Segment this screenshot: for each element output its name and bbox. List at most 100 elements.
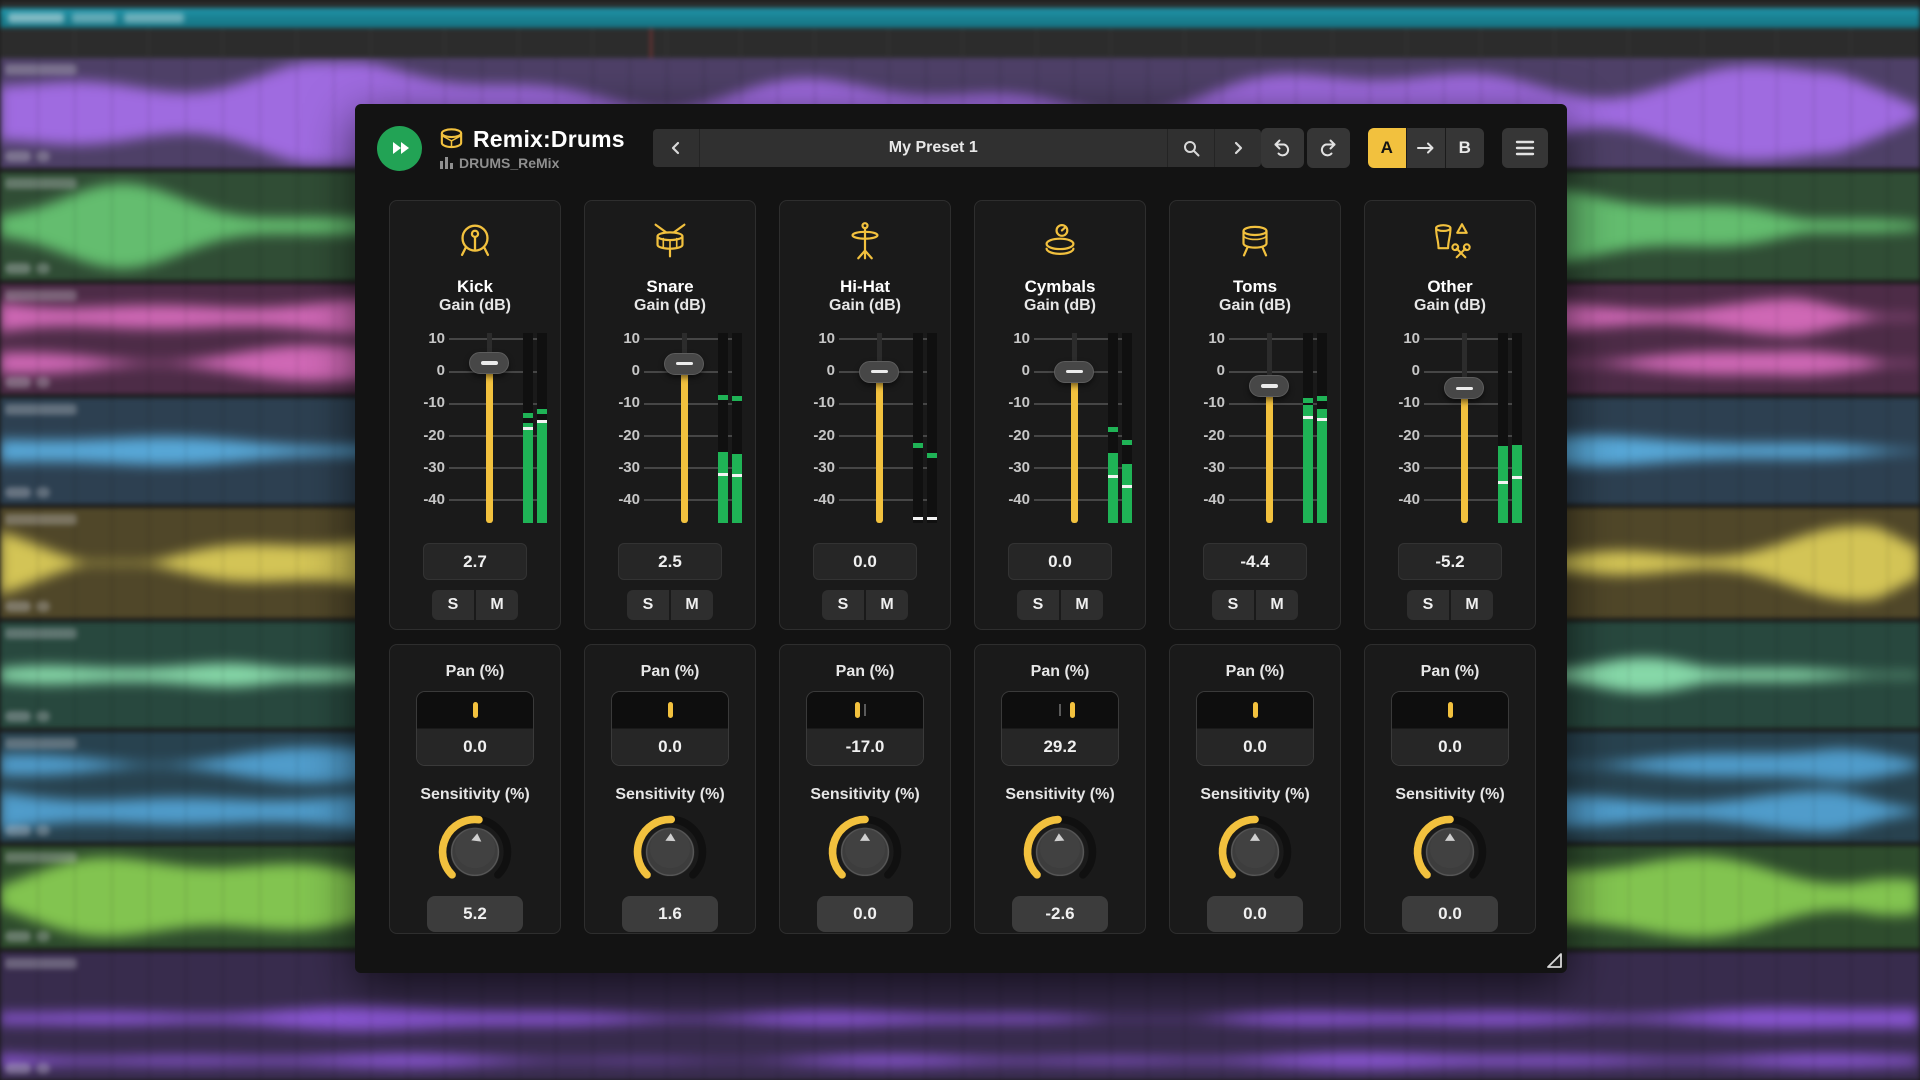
sensitivity-value[interactable]: 0.0 [817,896,913,932]
solo-button[interactable]: S [432,590,474,620]
ab-a-button[interactable]: A [1368,128,1406,168]
sensitivity-knob[interactable] [821,808,909,892]
gain-fader-block: 100-10-20-30-40 [389,333,561,523]
solo-button[interactable]: S [627,590,669,620]
sensitivity-knob[interactable] [1406,808,1494,892]
pan-label: Pan (%) [836,663,895,683]
pan-slider[interactable] [1197,692,1313,728]
gain-fader[interactable] [668,333,700,523]
undo-button[interactable] [1261,128,1304,168]
level-meters [1108,333,1132,523]
pan-position-tick [1448,702,1453,718]
menu-button[interactable] [1502,128,1548,168]
mute-button[interactable]: M [1256,590,1298,620]
pan-control[interactable]: 0.0 [416,691,534,766]
pan-control[interactable]: 0.0 [611,691,729,766]
plugin-subtitle: DRUMS_ReMix [459,155,559,171]
mute-button[interactable]: M [476,590,518,620]
preview-play-button[interactable] [377,126,422,171]
gain-scale-tick: 10 [1179,330,1225,347]
preset-search-button[interactable] [1168,129,1214,167]
preset-prev-button[interactable] [653,129,699,167]
gain-scale-tick: 0 [1374,362,1420,379]
mute-button[interactable]: M [671,590,713,620]
level-meters [718,333,742,523]
gain-value[interactable]: -5.2 [1398,543,1502,580]
level-meters [523,333,547,523]
sensitivity-value[interactable]: -2.6 [1012,896,1108,932]
mute-button[interactable]: M [866,590,908,620]
preset-next-button[interactable] [1215,129,1261,167]
pan-center-mark [864,704,866,716]
sensitivity-knob[interactable] [431,808,519,892]
gain-value[interactable]: 2.5 [618,543,722,580]
undo-icon [1271,137,1293,159]
sensitivity-value[interactable]: 1.6 [622,896,718,932]
gain-value[interactable]: -4.4 [1203,543,1307,580]
title-block: Remix:Drums DRUMS_ReMix [438,126,625,171]
pan-position-tick [855,702,860,718]
preset-name[interactable]: My Preset 1 [700,129,1167,167]
mute-button[interactable]: M [1451,590,1493,620]
sensitivity-value[interactable]: 5.2 [427,896,523,932]
solo-button[interactable]: S [1017,590,1059,620]
gain-fader-handle[interactable] [1054,361,1094,383]
gain-fader-handle[interactable] [1444,377,1484,399]
gain-value[interactable]: 0.0 [813,543,917,580]
pan-control[interactable]: 0.0 [1196,691,1314,766]
gain-value[interactable]: 0.0 [1008,543,1112,580]
pan-position-tick [473,702,478,718]
header-right-controls: A B [1261,128,1548,168]
ab-copy-button[interactable] [1407,128,1445,168]
gain-scale-tick: -10 [1179,394,1225,411]
sensitivity-value[interactable]: 0.0 [1207,896,1303,932]
search-icon [1182,139,1200,157]
pan-value[interactable]: 0.0 [1392,728,1508,765]
gain-label: Gain (dB) [634,297,706,317]
pan-value[interactable]: 0.0 [1197,728,1313,765]
pan-slider[interactable] [1392,692,1508,728]
gain-fader[interactable] [863,333,895,523]
pan-value[interactable]: 0.0 [612,728,728,765]
pan-control[interactable]: 29.2 [1001,691,1119,766]
pan-control[interactable]: 0.0 [1391,691,1509,766]
pan-control[interactable]: -17.0 [806,691,924,766]
gain-fader-handle[interactable] [664,353,704,375]
solo-button[interactable]: S [822,590,864,620]
ab-b-button[interactable]: B [1446,128,1484,168]
gain-fader-handle[interactable] [469,352,509,374]
level-meter-left [1108,333,1118,523]
pan-position-tick [1253,702,1258,718]
gain-fader[interactable] [473,333,505,523]
daw-timeline-ruler [0,28,1920,58]
sensitivity-knob[interactable] [1016,808,1104,892]
menu-icon [1515,140,1535,156]
pan-value[interactable]: 0.0 [417,728,533,765]
channel-strips: Kick Gain (dB) 100-10-20-30-40 2.7 S M [389,200,1536,934]
gain-fader-handle[interactable] [859,361,899,383]
mute-button[interactable]: M [1061,590,1103,620]
solo-button[interactable]: S [1212,590,1254,620]
gain-fader[interactable] [1448,333,1480,523]
gain-label: Gain (dB) [1414,297,1486,317]
pan-slider[interactable] [612,692,728,728]
gain-fader[interactable] [1058,333,1090,523]
pan-slider[interactable] [417,692,533,728]
resize-handle[interactable] [1544,950,1564,970]
sensitivity-knob[interactable] [1211,808,1299,892]
pan-slider[interactable] [1002,692,1118,728]
solo-button[interactable]: S [1407,590,1449,620]
level-meter-left [718,333,728,523]
gain-fader[interactable] [1253,333,1285,523]
gain-value[interactable]: 2.7 [423,543,527,580]
pan-value[interactable]: 29.2 [1002,728,1118,765]
gain-fader-handle[interactable] [1249,375,1289,397]
gain-scale-tick: 0 [399,362,445,379]
sensitivity-value[interactable]: 0.0 [1402,896,1498,932]
channel-pan-sens-card: Pan (%) -17.0 Sensitivity (%) 0.0 [779,644,951,934]
redo-button[interactable] [1307,128,1350,168]
pan-value[interactable]: -17.0 [807,728,923,765]
gain-scale-tick: -10 [984,394,1030,411]
sensitivity-knob[interactable] [626,808,714,892]
pan-slider[interactable] [807,692,923,728]
